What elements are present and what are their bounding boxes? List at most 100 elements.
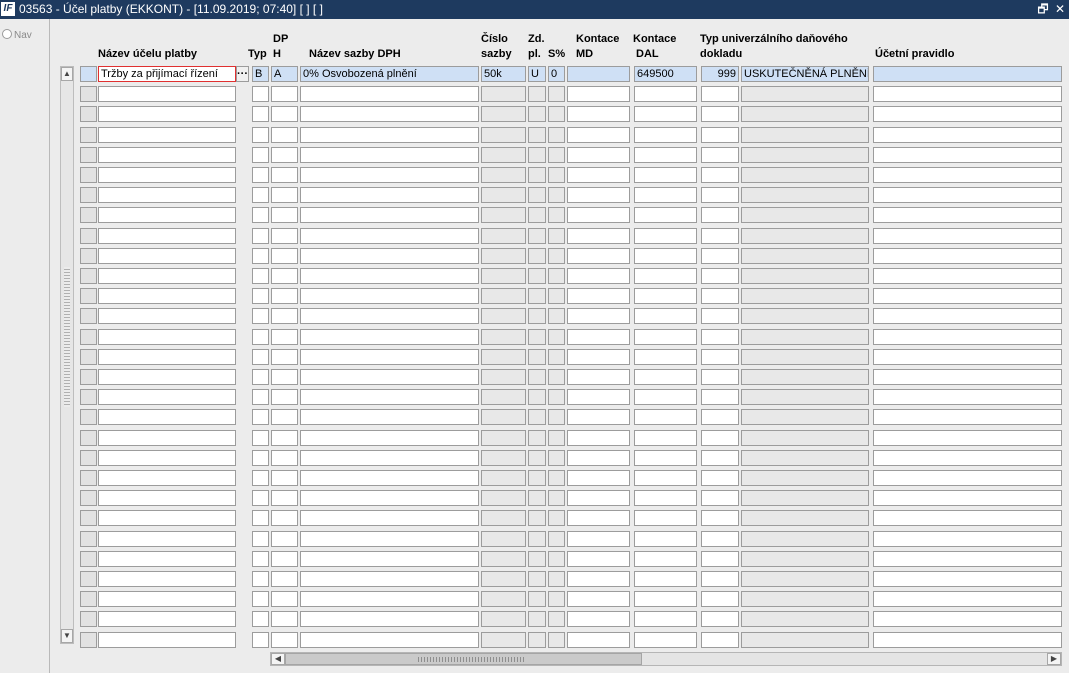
row-selector[interactable] xyxy=(80,106,97,122)
close-window-button[interactable]: ✕ xyxy=(1053,1,1067,17)
cell-dph[interactable] xyxy=(271,510,298,526)
row-selector[interactable] xyxy=(80,248,97,264)
cell-dph[interactable] xyxy=(271,127,298,143)
cell-ucetni-pravidlo[interactable] xyxy=(873,308,1062,324)
row-selector[interactable] xyxy=(80,86,97,102)
cell-kontace-dal[interactable] xyxy=(634,349,697,365)
cell-typ[interactable] xyxy=(252,147,269,163)
row-selector[interactable] xyxy=(80,531,97,547)
cell-kontace-dal[interactable] xyxy=(634,329,697,345)
cell-kontace-dal[interactable] xyxy=(634,430,697,446)
cell-kontace-dal[interactable]: 649500 xyxy=(634,66,697,82)
cell-nazev-sazby[interactable] xyxy=(300,349,479,365)
cell-nazev-sazby[interactable] xyxy=(300,409,479,425)
cell-nazev-ucelu[interactable] xyxy=(98,167,236,183)
cell-kontace-dal[interactable] xyxy=(634,611,697,627)
cell-s-pct[interactable] xyxy=(548,187,565,203)
cell-zd-pl[interactable] xyxy=(528,127,546,143)
cell-typ[interactable] xyxy=(252,389,269,405)
cell-dph[interactable] xyxy=(271,268,298,284)
cell-kontace-md[interactable] xyxy=(567,349,630,365)
cell-dph[interactable] xyxy=(271,611,298,627)
cell-typ-kod[interactable] xyxy=(701,308,739,324)
cell-typ-kod[interactable] xyxy=(701,268,739,284)
row-selector[interactable] xyxy=(80,389,97,405)
row-selector[interactable] xyxy=(80,228,97,244)
cell-dph[interactable] xyxy=(271,106,298,122)
cell-typ-kod[interactable] xyxy=(701,632,739,648)
cell-nazev-ucelu[interactable] xyxy=(98,531,236,547)
cell-ucetni-pravidlo[interactable] xyxy=(873,551,1062,567)
cell-s-pct[interactable] xyxy=(548,611,565,627)
cell-typ[interactable] xyxy=(252,409,269,425)
cell-nazev-sazby[interactable] xyxy=(300,611,479,627)
cell-dph[interactable] xyxy=(271,531,298,547)
cell-typ-kod[interactable] xyxy=(701,207,739,223)
row-selector[interactable] xyxy=(80,207,97,223)
cell-typ-kod[interactable] xyxy=(701,551,739,567)
cell-nazev-sazby[interactable] xyxy=(300,228,479,244)
cell-ucetni-pravidlo[interactable] xyxy=(873,632,1062,648)
cell-typ[interactable] xyxy=(252,571,269,587)
cell-nazev-sazby[interactable] xyxy=(300,369,479,385)
cell-kontace-md[interactable] xyxy=(567,409,630,425)
cell-typ[interactable] xyxy=(252,308,269,324)
cell-typ-nazev[interactable] xyxy=(741,248,869,264)
cell-typ[interactable] xyxy=(252,470,269,486)
cell-s-pct[interactable] xyxy=(548,470,565,486)
cell-typ[interactable] xyxy=(252,106,269,122)
cell-kontace-md[interactable] xyxy=(567,106,630,122)
cell-dph[interactable] xyxy=(271,591,298,607)
cell-typ[interactable] xyxy=(252,450,269,466)
nav-radio[interactable]: Nav xyxy=(2,29,32,41)
row-selector[interactable] xyxy=(80,369,97,385)
cell-zd-pl[interactable] xyxy=(528,470,546,486)
cell-typ-kod[interactable] xyxy=(701,106,739,122)
row-selector[interactable] xyxy=(80,288,97,304)
cell-ucetni-pravidlo[interactable] xyxy=(873,349,1062,365)
cell-s-pct[interactable] xyxy=(548,369,565,385)
cell-s-pct[interactable] xyxy=(548,450,565,466)
cell-zd-pl[interactable] xyxy=(528,490,546,506)
cell-cislo-sazby[interactable] xyxy=(481,611,526,627)
cell-cislo-sazby[interactable] xyxy=(481,510,526,526)
cell-cislo-sazby[interactable] xyxy=(481,288,526,304)
cell-nazev-sazby[interactable] xyxy=(300,147,479,163)
cell-zd-pl[interactable] xyxy=(528,86,546,102)
cell-dph[interactable] xyxy=(271,551,298,567)
cell-typ[interactable] xyxy=(252,490,269,506)
cell-kontace-dal[interactable] xyxy=(634,106,697,122)
cell-typ-nazev[interactable] xyxy=(741,632,869,648)
cell-zd-pl[interactable] xyxy=(528,248,546,264)
cell-cislo-sazby[interactable] xyxy=(481,127,526,143)
cell-nazev-sazby[interactable] xyxy=(300,248,479,264)
cell-kontace-dal[interactable] xyxy=(634,207,697,223)
cell-typ-kod[interactable] xyxy=(701,147,739,163)
cell-kontace-dal[interactable] xyxy=(634,369,697,385)
cell-kontace-md[interactable] xyxy=(567,86,630,102)
cell-typ-nazev[interactable] xyxy=(741,369,869,385)
cell-ucetni-pravidlo[interactable] xyxy=(873,531,1062,547)
cell-zd-pl[interactable] xyxy=(528,409,546,425)
cell-typ-nazev[interactable] xyxy=(741,167,869,183)
cell-s-pct[interactable] xyxy=(548,228,565,244)
cell-ucetni-pravidlo[interactable] xyxy=(873,430,1062,446)
cell-typ-nazev[interactable] xyxy=(741,510,869,526)
cell-ucetni-pravidlo[interactable] xyxy=(873,268,1062,284)
lov-button[interactable]: ··· xyxy=(236,66,249,82)
cell-cislo-sazby[interactable] xyxy=(481,308,526,324)
cell-nazev-sazby[interactable] xyxy=(300,268,479,284)
cell-typ-kod[interactable] xyxy=(701,510,739,526)
cell-ucetni-pravidlo[interactable] xyxy=(873,106,1062,122)
cell-zd-pl[interactable] xyxy=(528,167,546,183)
cell-dph[interactable] xyxy=(271,470,298,486)
cell-nazev-ucelu[interactable] xyxy=(98,308,236,324)
cell-kontace-dal[interactable] xyxy=(634,551,697,567)
cell-dph[interactable] xyxy=(271,86,298,102)
cell-typ-nazev[interactable] xyxy=(741,228,869,244)
cell-typ-nazev[interactable] xyxy=(741,611,869,627)
cell-kontace-dal[interactable] xyxy=(634,228,697,244)
cell-s-pct[interactable] xyxy=(548,571,565,587)
cell-kontace-md[interactable] xyxy=(567,228,630,244)
cell-ucetni-pravidlo[interactable] xyxy=(873,571,1062,587)
